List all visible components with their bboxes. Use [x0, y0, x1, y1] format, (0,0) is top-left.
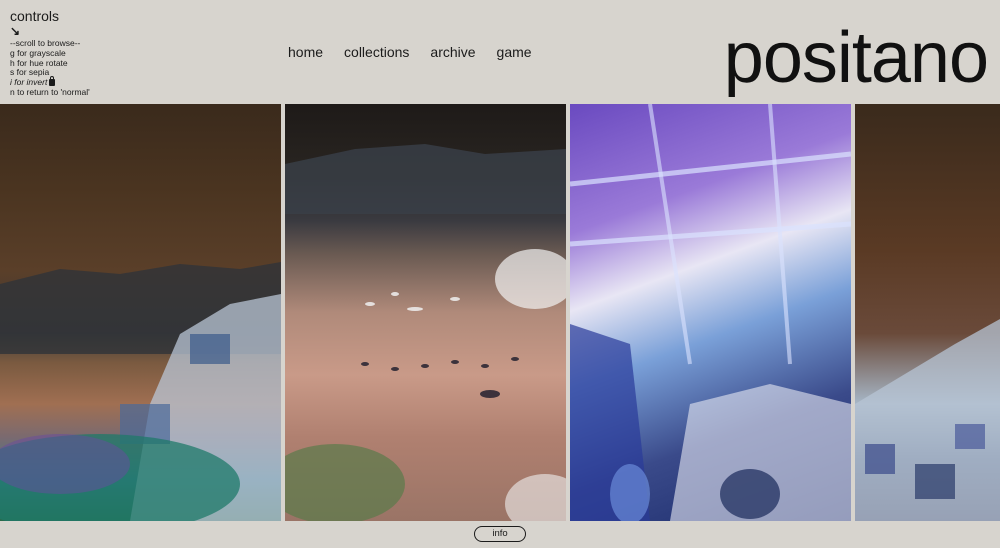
controls-panel: controls ↘ --scroll to browse-- g for gr…: [10, 8, 170, 98]
photo-1-artwork: [0, 262, 281, 521]
info-button[interactable]: info: [474, 526, 526, 542]
photo-2-artwork: [285, 144, 566, 521]
photo-3-artwork: [570, 104, 851, 521]
nav-archive[interactable]: archive: [430, 44, 475, 60]
main-nav: home collections archive game: [288, 44, 553, 60]
photo-4-artwork: [855, 319, 1000, 521]
nav-home[interactable]: home: [288, 44, 323, 60]
site-title: positano: [723, 18, 989, 98]
controls-title: controls: [10, 8, 60, 24]
gallery-photo-4[interactable]: [855, 104, 1000, 521]
control-hint-normal: n to return to 'normal': [10, 86, 90, 97]
gallery-photo-3[interactable]: [570, 104, 851, 521]
nav-collections[interactable]: collections: [344, 44, 409, 60]
gallery-photo-2[interactable]: [285, 104, 566, 521]
gallery-photo-1[interactable]: [0, 104, 281, 521]
photo-gallery[interactable]: [0, 104, 1000, 521]
arrow-down-right-icon: ↘: [10, 24, 21, 38]
lock-icon: [49, 76, 56, 87]
control-hint-invert-label: i for invert: [10, 77, 48, 88]
nav-game[interactable]: game: [497, 44, 532, 60]
